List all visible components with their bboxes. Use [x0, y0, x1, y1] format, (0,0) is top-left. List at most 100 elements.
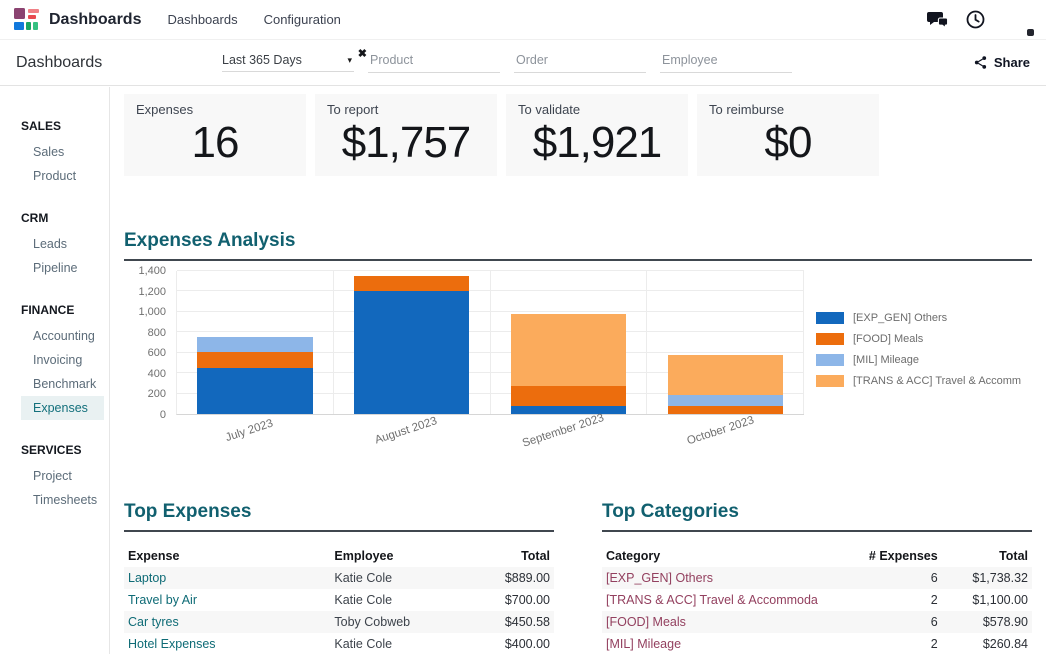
- date-filter-value[interactable]: Last 365 Days: [222, 53, 302, 67]
- expenses-analysis-chart: 02004006008001,0001,2001,400 July 2023Au…: [124, 271, 1032, 461]
- chart-plot-area: [176, 271, 804, 415]
- table-cell: $700.00: [459, 589, 554, 611]
- sidebar-item-project[interactable]: Project: [0, 464, 109, 488]
- sidebar-item-benchmark[interactable]: Benchmark: [0, 372, 109, 396]
- bar-segment: [197, 368, 312, 414]
- stacked-bar: [511, 271, 626, 414]
- clear-filter-icon[interactable]: ✖: [358, 47, 367, 60]
- legend-swatch: [816, 312, 844, 324]
- table-row: [TRANS & ACC] Travel & Accommoda2$1,100.…: [602, 589, 1032, 611]
- expense-link[interactable]: Hotel Expenses: [128, 637, 216, 651]
- user-avatar[interactable]: [1002, 5, 1032, 35]
- sidebar-item-pipeline[interactable]: Pipeline: [0, 256, 109, 280]
- activity-clock-icon[interactable]: [966, 10, 985, 29]
- date-filter[interactable]: Last 365 Days ▾ ✖: [222, 53, 354, 72]
- sidebar-item-invoicing[interactable]: Invoicing: [0, 348, 109, 372]
- legend-item[interactable]: [FOOD] Meals: [816, 333, 1032, 345]
- bar-segment: [511, 314, 626, 386]
- kpi-card-to-report: To report $1,757: [315, 94, 497, 176]
- menu-configuration[interactable]: Configuration: [264, 12, 341, 27]
- table-cell: 2: [860, 589, 942, 611]
- y-tick-label: 400: [148, 368, 166, 380]
- sidebar-section: FINANCE AccountingInvoicingBenchmarkExpen…: [0, 299, 109, 420]
- bar-segment: [511, 386, 626, 406]
- sidebar-section-title: FINANCE: [0, 299, 109, 321]
- sidebar-item-expenses[interactable]: Expenses: [21, 396, 104, 420]
- category-link[interactable]: [FOOD] Meals: [606, 615, 686, 629]
- section-rule: [124, 530, 554, 532]
- y-tick-label: 1,400: [138, 265, 166, 277]
- expense-link[interactable]: Car tyres: [128, 615, 179, 629]
- table-cell: $889.00: [459, 567, 554, 589]
- sidebar-section-title: SALES: [0, 115, 109, 137]
- sidebar-item-product[interactable]: Product: [0, 164, 109, 188]
- x-tick-label: October 2023: [685, 414, 765, 479]
- column-header: Category: [602, 545, 860, 567]
- sidebar-item-timesheets[interactable]: Timesheets: [0, 488, 109, 512]
- bar-segment: [197, 337, 312, 352]
- y-tick-label: 200: [148, 388, 166, 400]
- table-header-row: ExpenseEmployeeTotal: [124, 545, 554, 567]
- sidebar-section: SERVICES ProjectTimesheets: [0, 439, 109, 512]
- expense-link[interactable]: Laptop: [128, 571, 166, 585]
- table-cell: [EXP_GEN] Others: [602, 567, 860, 589]
- table-row: [FOOD] Meals6$578.90: [602, 611, 1032, 633]
- chevron-down-icon[interactable]: ▾: [347, 55, 354, 66]
- category-link[interactable]: [EXP_GEN] Others: [606, 571, 713, 585]
- table-row: Hotel ExpensesKatie Cole$400.00: [124, 633, 554, 654]
- legend-item[interactable]: [MIL] Mileage: [816, 354, 1032, 366]
- column-header: Total: [942, 545, 1032, 567]
- app-brand-title[interactable]: Dashboards: [49, 11, 141, 29]
- top-expenses-section: Top Expenses ExpenseEmployeeTotalLaptopK…: [124, 501, 554, 654]
- table-cell: $260.84: [942, 633, 1032, 654]
- expenses-analysis-section: Expenses Analysis 02004006008001,0001,20…: [124, 230, 1032, 461]
- legend-swatch: [816, 375, 844, 387]
- sidebar-item-leads[interactable]: Leads: [0, 232, 109, 256]
- chart-x-axis: July 2023August 2023September 2023Octobe…: [176, 415, 804, 461]
- sidebar-item-sales[interactable]: Sales: [0, 140, 109, 164]
- kpi-card-expenses: Expenses 16: [124, 94, 306, 176]
- main-content: Expenses 16 To report $1,757 To validate…: [110, 87, 1046, 654]
- table-cell: $1,738.32: [942, 567, 1032, 589]
- section-rule: [124, 259, 1032, 261]
- menu-dashboards[interactable]: Dashboards: [167, 12, 237, 27]
- table-cell: Laptop: [124, 567, 330, 589]
- order-filter-input[interactable]: [514, 52, 646, 68]
- expense-link[interactable]: Travel by Air: [128, 593, 197, 607]
- kpi-label: Expenses: [136, 102, 294, 117]
- sidebar-section: CRM LeadsPipeline: [0, 207, 109, 280]
- top-navbar: Dashboards Dashboards Configuration: [0, 0, 1046, 40]
- legend-label: [MIL] Mileage: [853, 354, 919, 366]
- x-tick-slot: September 2023: [490, 415, 647, 461]
- bar-segment: [354, 276, 469, 291]
- category-link[interactable]: [TRANS & ACC] Travel & Accommoda: [606, 593, 818, 607]
- category-link[interactable]: [MIL] Mileage: [606, 637, 681, 651]
- product-filter-input[interactable]: [368, 52, 500, 68]
- employee-filter-input[interactable]: [660, 52, 792, 68]
- share-label: Share: [994, 55, 1030, 70]
- sidebar-item-accounting[interactable]: Accounting: [0, 324, 109, 348]
- x-tick-slot: October 2023: [647, 415, 804, 461]
- legend-swatch: [816, 354, 844, 366]
- legend-item[interactable]: [EXP_GEN] Others: [816, 312, 1032, 324]
- share-button[interactable]: Share: [973, 55, 1030, 70]
- chart-category-slot: [647, 271, 804, 414]
- table-cell: Car tyres: [124, 611, 330, 633]
- chart-category-slot: [334, 271, 491, 414]
- apps-logo-icon[interactable]: [14, 8, 40, 31]
- kpi-value: $1,921: [518, 118, 676, 168]
- table-row: Travel by Air Katie Cole$700.00: [124, 589, 554, 611]
- table-cell: Katie Cole: [330, 589, 459, 611]
- table-cell: 6: [860, 567, 942, 589]
- bar-segment: [668, 406, 783, 414]
- sidebar: SALES SalesProduct CRM LeadsPipeline FINANCE…: [0, 87, 110, 654]
- table-cell: 2: [860, 633, 942, 654]
- legend-label: [TRANS & ACC] Travel & Accomm: [853, 375, 1021, 387]
- kpi-row: Expenses 16 To report $1,757 To validate…: [124, 94, 1032, 176]
- messages-icon[interactable]: [927, 11, 949, 29]
- legend-item[interactable]: [TRANS & ACC] Travel & Accomm: [816, 375, 1032, 387]
- column-header: # Expenses: [860, 545, 942, 567]
- sidebar-section-title: CRM: [0, 207, 109, 229]
- sidebar-section-title: SERVICES: [0, 439, 109, 461]
- stacked-bar: [668, 271, 783, 414]
